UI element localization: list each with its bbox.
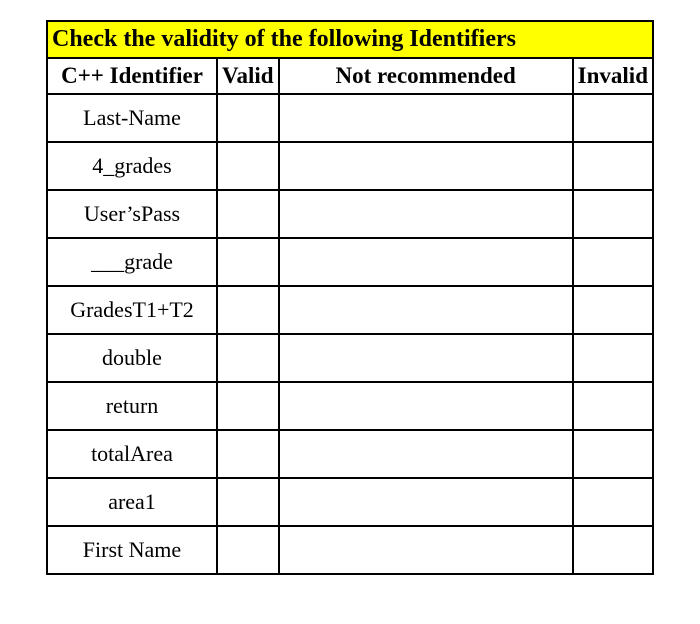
table-row: return	[47, 382, 653, 430]
cell-identifier: ___grade	[47, 238, 217, 286]
table-row: Last-Name	[47, 94, 653, 142]
table-header-row: C++ Identifier Valid Not recommended Inv…	[47, 58, 653, 94]
cell-notrecommended[interactable]	[279, 334, 573, 382]
cell-valid[interactable]	[217, 142, 279, 190]
cell-invalid[interactable]	[573, 478, 653, 526]
cell-valid[interactable]	[217, 334, 279, 382]
identifier-table: Check the validity of the following Iden…	[46, 20, 654, 575]
cell-invalid[interactable]	[573, 526, 653, 574]
cell-identifier: User’sPass	[47, 190, 217, 238]
table-row: 4_grades	[47, 142, 653, 190]
cell-invalid[interactable]	[573, 430, 653, 478]
cell-valid[interactable]	[217, 478, 279, 526]
table-row: First Name	[47, 526, 653, 574]
table-body: Last-Name 4_grades User’sPass ___grade	[47, 94, 653, 574]
cell-invalid[interactable]	[573, 94, 653, 142]
cell-identifier: area1	[47, 478, 217, 526]
table-title-row: Check the validity of the following Iden…	[47, 21, 653, 58]
cell-notrecommended[interactable]	[279, 190, 573, 238]
cell-invalid[interactable]	[573, 334, 653, 382]
cell-invalid[interactable]	[573, 190, 653, 238]
cell-notrecommended[interactable]	[279, 526, 573, 574]
cell-notrecommended[interactable]	[279, 478, 573, 526]
column-header-identifier: C++ Identifier	[47, 58, 217, 94]
cell-notrecommended[interactable]	[279, 286, 573, 334]
cell-valid[interactable]	[217, 190, 279, 238]
cell-identifier: double	[47, 334, 217, 382]
cell-invalid[interactable]	[573, 238, 653, 286]
cell-notrecommended[interactable]	[279, 94, 573, 142]
table-title: Check the validity of the following Iden…	[47, 21, 653, 58]
column-header-valid: Valid	[217, 58, 279, 94]
cell-valid[interactable]	[217, 94, 279, 142]
table-row: double	[47, 334, 653, 382]
cell-identifier: GradesT1+T2	[47, 286, 217, 334]
column-header-invalid: Invalid	[573, 58, 653, 94]
table-row: GradesT1+T2	[47, 286, 653, 334]
cell-identifier: Last-Name	[47, 94, 217, 142]
table-row: area1	[47, 478, 653, 526]
cell-invalid[interactable]	[573, 382, 653, 430]
table-row: User’sPass	[47, 190, 653, 238]
cell-identifier: totalArea	[47, 430, 217, 478]
cell-valid[interactable]	[217, 430, 279, 478]
cell-notrecommended[interactable]	[279, 430, 573, 478]
cell-notrecommended[interactable]	[279, 382, 573, 430]
column-header-notrecommended: Not recommended	[279, 58, 573, 94]
cell-notrecommended[interactable]	[279, 238, 573, 286]
cell-identifier: First Name	[47, 526, 217, 574]
cell-notrecommended[interactable]	[279, 142, 573, 190]
table-row: totalArea	[47, 430, 653, 478]
identifier-table-container: Check the validity of the following Iden…	[46, 20, 654, 575]
table-row: ___grade	[47, 238, 653, 286]
cell-valid[interactable]	[217, 238, 279, 286]
cell-identifier: 4_grades	[47, 142, 217, 190]
cell-invalid[interactable]	[573, 142, 653, 190]
cell-invalid[interactable]	[573, 286, 653, 334]
cell-valid[interactable]	[217, 526, 279, 574]
cell-valid[interactable]	[217, 286, 279, 334]
cell-valid[interactable]	[217, 382, 279, 430]
cell-identifier: return	[47, 382, 217, 430]
